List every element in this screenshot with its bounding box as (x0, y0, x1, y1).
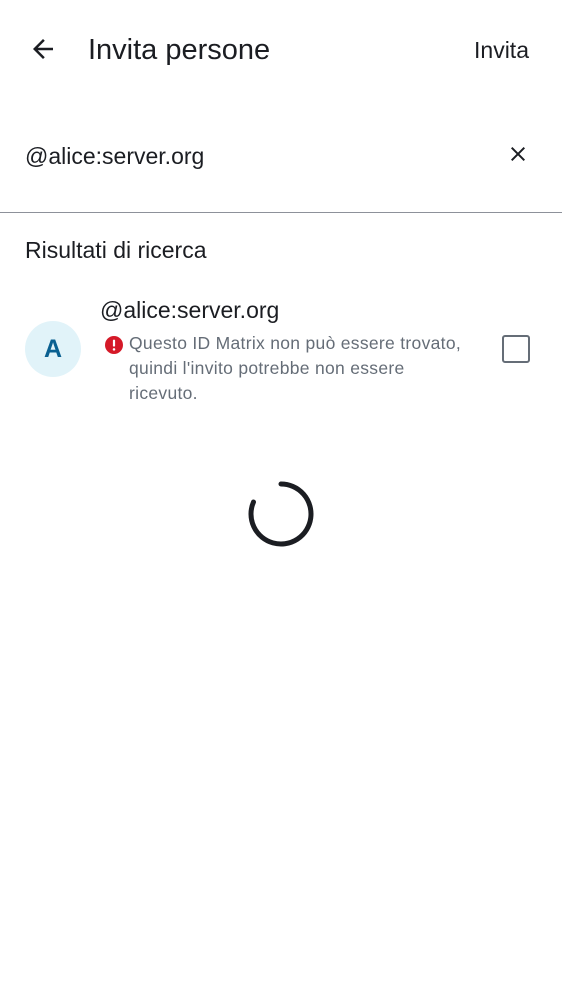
search-results-header: Risultati di ricerca (25, 237, 207, 263)
clear-search-button[interactable] (498, 135, 538, 177)
search-bar (0, 115, 562, 213)
page-title: Invita persone (88, 34, 271, 66)
result-user-id: @alice:server.org (100, 297, 280, 323)
error-icon (104, 335, 124, 355)
avatar: A (25, 321, 81, 377)
back-button[interactable] (20, 28, 66, 74)
invite-button[interactable]: Invita (474, 32, 529, 68)
loading-spinner-icon (247, 480, 315, 548)
arrow-back-icon (28, 34, 58, 69)
close-icon (506, 142, 530, 171)
select-checkbox[interactable] (502, 335, 530, 363)
top-app-bar: Invita persone Invita (0, 0, 562, 100)
result-warning-text: Questo ID Matrix non può essere trovato,… (129, 333, 462, 403)
search-input[interactable] (25, 137, 465, 175)
search-result-item[interactable]: A @alice:server.org Questo ID Matrix non… (0, 288, 562, 414)
